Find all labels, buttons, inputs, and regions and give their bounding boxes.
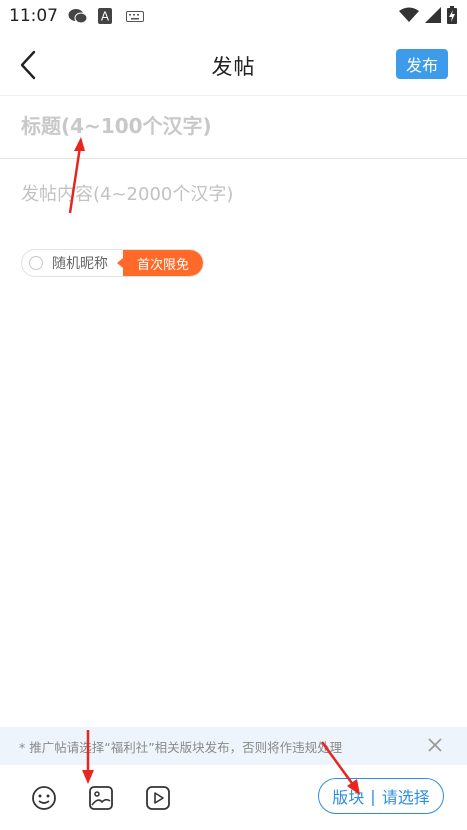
random-nickname-radio[interactable] xyxy=(29,256,43,270)
random-nickname-toggle[interactable]: 随机昵称 首次限免 xyxy=(21,249,204,277)
notice-text: * 推广帖请选择“福利社”相关版块发布，否则将作违规处理 xyxy=(19,739,343,755)
video-icon[interactable] xyxy=(145,785,171,811)
random-nickname-label: 随机昵称 xyxy=(52,256,108,272)
signal-icon xyxy=(425,7,441,23)
title-input[interactable]: 标题(4~100个汉字) xyxy=(21,110,441,142)
battery-charging-icon xyxy=(447,6,457,24)
bottom-toolbar: 版块 | 请选择 xyxy=(0,765,467,830)
publish-button[interactable]: 发布 xyxy=(396,49,448,79)
first-time-free-badge: 首次限免 xyxy=(117,250,203,276)
section-separator: | xyxy=(370,786,376,806)
header: 发帖 发布 xyxy=(0,32,467,96)
section-selector[interactable]: 版块 | 请选择 xyxy=(318,778,444,814)
close-icon[interactable] xyxy=(427,737,443,753)
svg-text:A: A xyxy=(101,10,110,24)
header-divider xyxy=(0,95,467,96)
keyboard-icon xyxy=(126,11,144,22)
image-icon[interactable] xyxy=(88,785,114,811)
a-notification-icon: A xyxy=(98,8,112,24)
title-divider xyxy=(0,158,467,159)
wifi-icon xyxy=(399,7,419,22)
section-value: 请选择 xyxy=(381,788,430,807)
section-label: 版块 xyxy=(332,788,365,807)
status-time: 11:07 xyxy=(9,6,58,26)
emoji-icon[interactable] xyxy=(31,785,57,811)
content-input[interactable]: 发帖内容(4~2000个汉字) xyxy=(21,180,441,210)
wechat-icon xyxy=(68,9,88,24)
status-bar: 11:07 A xyxy=(0,0,467,32)
notice-bar: * 推广帖请选择“福利社”相关版块发布，否则将作违规处理 xyxy=(0,727,467,765)
status-indicators xyxy=(399,6,457,24)
